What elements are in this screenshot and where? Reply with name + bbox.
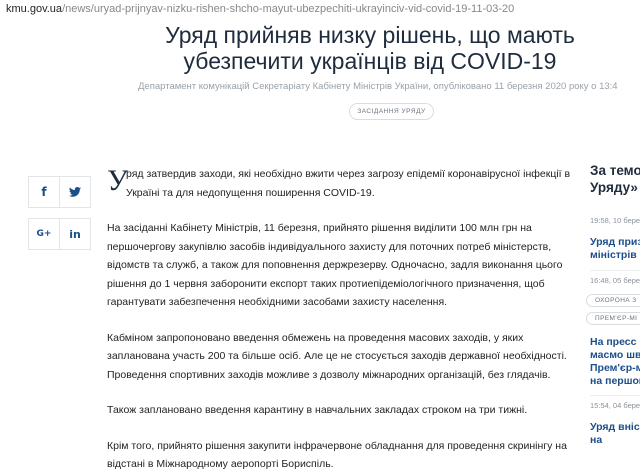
sidebar-date: 15:54, 04 берез (590, 401, 640, 410)
lead-text: ряд затвердив заходи, які необхідно вжит… (126, 168, 571, 199)
url-domain: kmu.gov.ua (6, 3, 63, 15)
sidebar-tag[interactable]: ОХОРОНА З (586, 294, 640, 307)
article-paragraph: Крім того, прийнято рішення закупити інф… (107, 439, 567, 471)
page-title-line2: убезпечити українців від COVID-19 (183, 48, 557, 74)
sidebar-news-link[interactable]: Уряд призн міністрів (590, 236, 640, 262)
address-bar[interactable]: kmu.gov.ua/news/uryad-prijnyav-nizku-ris… (0, 0, 640, 18)
facebook-share-button[interactable]: f (28, 176, 60, 208)
linkedin-share-button[interactable]: in (59, 218, 91, 250)
article-paragraph: Також заплановано введення карантину в н… (107, 404, 528, 416)
article-paragraph: Кабміном запропоновано введення обмежень… (107, 331, 567, 381)
page-title: Уряд прийняв низку рішень, що мають (165, 22, 575, 48)
sidebar-news-link[interactable]: Уряд вніс з на (590, 421, 640, 447)
article-body: Уряд затвердив заходи, які необхідно вжи… (107, 165, 572, 474)
twitter-share-button[interactable] (59, 176, 91, 208)
sidebar-date: 16:48, 05 берез (590, 276, 640, 285)
twitter-icon (69, 187, 81, 197)
google-plus-share-button[interactable]: G+ (28, 218, 60, 250)
sidebar-tag[interactable]: ПРЕМ'ЄР-МІ (586, 312, 640, 325)
url-path: /news/uryad-prijnyav-nizku-rishen-shcho-… (62, 3, 515, 15)
sidebar-date: 19:58, 10 берез (590, 216, 640, 225)
article-lead: Уряд затвердив заходи, які необхідно вжи… (107, 165, 572, 202)
drop-cap: У (107, 164, 129, 197)
sidebar-news-link[interactable]: На пресс масмо швид Прем'єр-мі на першом (590, 336, 640, 388)
tag-button[interactable]: ЗАСІДАННЯ УРЯДУ (349, 103, 434, 120)
google-plus-icon: G+ (36, 229, 52, 239)
article-byline: Департамент комунікацій Секретаріату Каб… (138, 81, 618, 92)
sidebar-divider (590, 395, 640, 396)
article-paragraph: На засіданні Кабінету Міністрів, 11 бере… (107, 222, 563, 308)
sidebar-divider (590, 270, 640, 271)
sidebar-heading: За темо Уряду» (590, 163, 640, 195)
facebook-icon: f (41, 185, 47, 199)
linkedin-icon: in (69, 227, 81, 241)
